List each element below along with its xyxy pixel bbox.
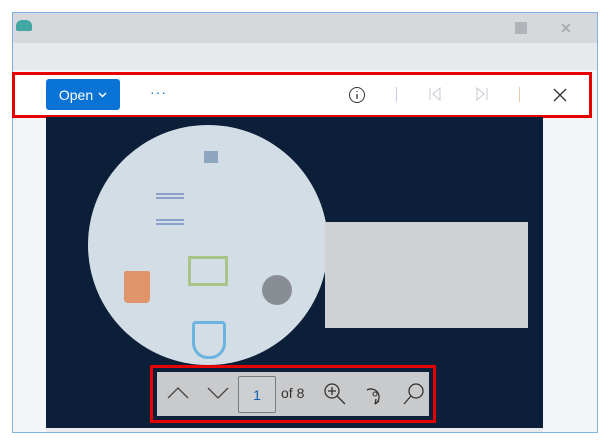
close-icon[interactable] (553, 88, 567, 102)
address-bar (13, 43, 597, 70)
shield-check-icon (192, 321, 226, 359)
document-icon (204, 151, 218, 163)
bottom-strip (46, 428, 543, 432)
window-close-button[interactable]: ✕ (560, 20, 572, 37)
rotate-icon[interactable] (363, 382, 387, 406)
stack-icon (156, 193, 184, 225)
page-count-label: of 8 (281, 385, 305, 401)
open-label: Open (58, 86, 94, 103)
cloud-app-icon (16, 20, 32, 31)
more-options-button[interactable]: ··· (150, 84, 167, 100)
info-icon[interactable] (348, 86, 366, 104)
separator (519, 87, 520, 102)
info-card (325, 222, 528, 328)
page-navigation-bar: 1 of 8 (155, 370, 431, 418)
first-page-icon[interactable] (428, 86, 442, 102)
illustration-circle (88, 125, 328, 365)
title-bar (13, 13, 597, 43)
next-page-icon[interactable] (207, 386, 229, 400)
zoom-in-icon[interactable] (323, 382, 347, 406)
settings-icon (262, 275, 292, 305)
trash-icon (124, 271, 150, 303)
scanner-icon (188, 256, 228, 286)
chevron-down-icon (98, 91, 107, 98)
search-icon[interactable] (402, 382, 426, 406)
page-number-input[interactable]: 1 (238, 376, 276, 413)
last-page-icon[interactable] (475, 86, 489, 102)
previous-page-icon[interactable] (167, 386, 189, 400)
maximize-button[interactable] (515, 22, 527, 34)
separator (396, 87, 397, 102)
open-button[interactable]: Open (46, 79, 120, 110)
